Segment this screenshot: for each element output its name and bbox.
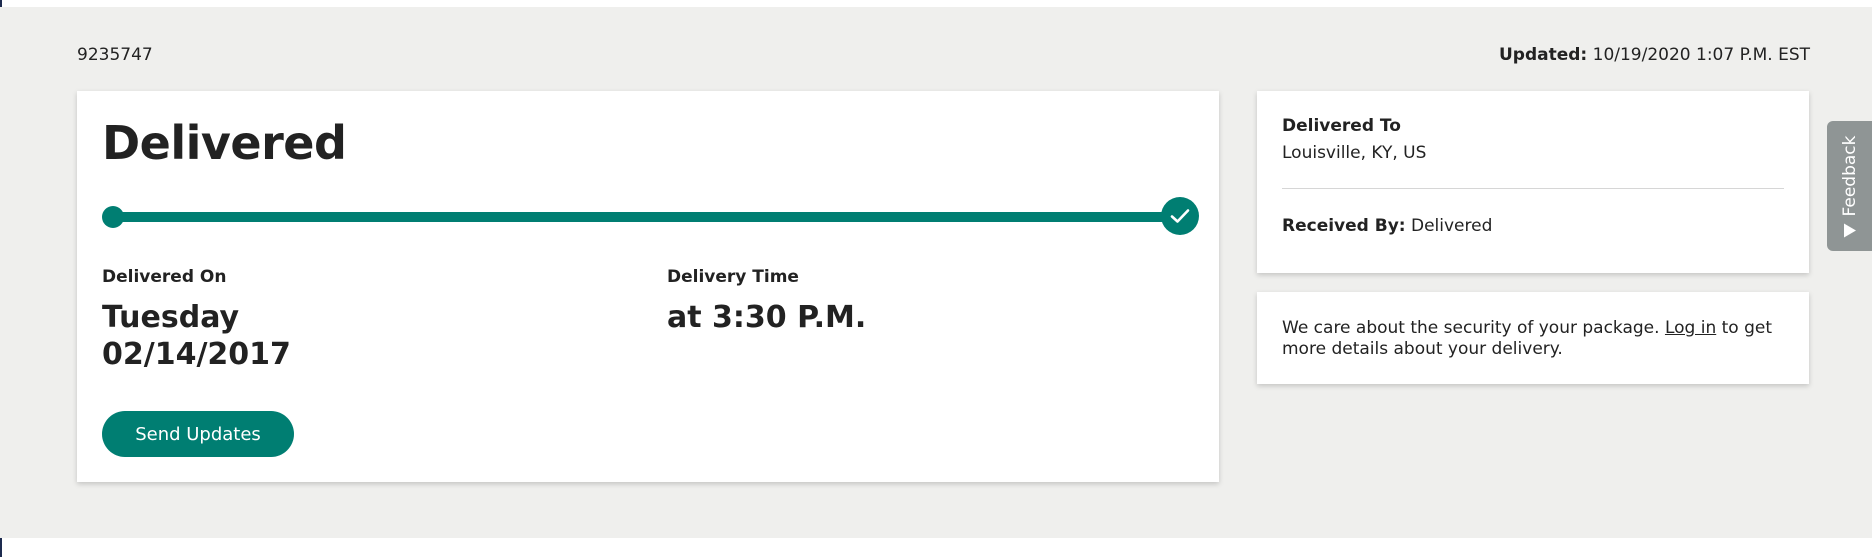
progress-bar	[113, 212, 1181, 222]
received-by-value: Delivered	[1411, 216, 1493, 236]
received-by: Received By: Delivered	[1282, 216, 1492, 236]
feedback-tab[interactable]: Feedback	[1827, 121, 1872, 251]
feedback-label: Feedback	[1839, 135, 1860, 217]
updated-label: Updated:	[1498, 45, 1588, 65]
security-text-before: We care about the security of your packa…	[1282, 318, 1660, 338]
security-message: We care about the security of your packa…	[1282, 318, 1787, 360]
triangle-up-icon	[1843, 223, 1856, 238]
status-card: Delivered Delivered On Tuesday 02/14/201…	[77, 91, 1219, 482]
delivered-day: Tuesday	[102, 300, 240, 335]
tracking-number: 9235747	[77, 45, 153, 65]
status-title: Delivered	[102, 116, 347, 170]
feedback-tab-content: Feedback	[1839, 135, 1860, 238]
received-by-label: Received By:	[1282, 216, 1406, 236]
updated-value: 10/19/2020 1:07 P.M. EST	[1592, 45, 1810, 65]
delivery-info-card: Delivered To Louisville, KY, US Received…	[1257, 91, 1809, 273]
updated-timestamp: Updated: 10/19/2020 1:07 P.M. EST	[1499, 45, 1810, 65]
info-divider	[1282, 188, 1784, 189]
delivery-time-label: Delivery Time	[667, 267, 799, 287]
tracking-panel: 9235747 Updated: 10/19/2020 1:07 P.M. ES…	[0, 7, 1872, 538]
delivered-date: 02/14/2017	[102, 337, 291, 372]
progress-complete-check-icon	[1161, 197, 1199, 235]
progress-start-dot	[102, 206, 124, 228]
login-link[interactable]: Log in	[1665, 318, 1716, 338]
send-updates-button[interactable]: Send Updates	[102, 411, 294, 457]
delivery-time-value: at 3:30 P.M.	[667, 300, 867, 335]
security-card: We care about the security of your packa…	[1257, 292, 1809, 384]
delivered-to-label: Delivered To	[1282, 116, 1401, 136]
delivered-on-label: Delivered On	[102, 267, 227, 287]
delivered-to-value: Louisville, KY, US	[1282, 143, 1427, 163]
